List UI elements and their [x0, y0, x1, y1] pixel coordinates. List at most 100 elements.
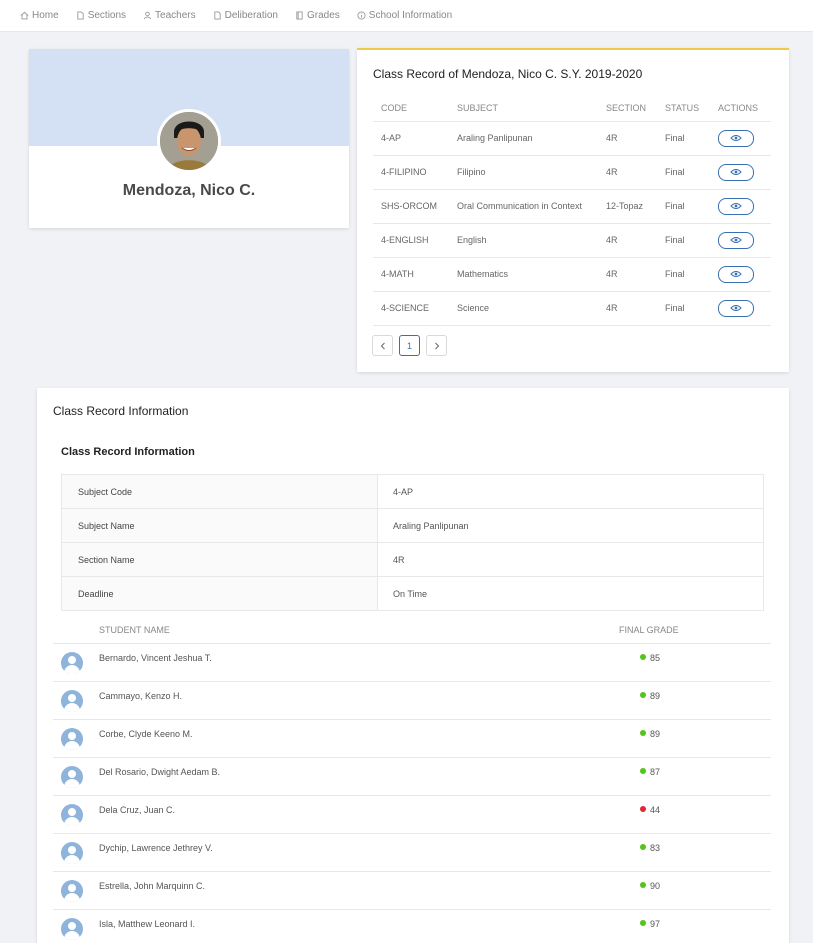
grade-status-dot	[640, 805, 646, 812]
student-name: Estrella, John Marquinn C.	[99, 871, 619, 910]
view-button[interactable]	[718, 231, 754, 249]
file-icon	[77, 11, 84, 20]
final-grade: 87	[650, 766, 661, 777]
table-row: 4-MATH Mathematics 4R Final	[373, 257, 771, 292]
nav-home-label: Home	[32, 10, 59, 21]
book-icon	[296, 11, 303, 20]
detail-value: Araling Panlipunan	[377, 508, 764, 543]
student-row: Cammayo, Kenzo H. 89	[53, 681, 771, 720]
col-section: SECTION	[598, 95, 657, 122]
next-page-button[interactable]	[426, 335, 447, 356]
grade-status-dot	[640, 691, 646, 698]
final-grade: 83	[650, 842, 661, 853]
view-button[interactable]	[718, 129, 754, 147]
nav-grades[interactable]: Grades	[295, 10, 340, 21]
cell-actions	[710, 155, 771, 190]
cell-section: 12-Topaz	[598, 189, 657, 224]
cell-section: 4R	[598, 121, 657, 156]
cell-code: 4-ENGLISH	[373, 223, 449, 258]
cell-avatar	[53, 643, 99, 682]
eye-icon	[730, 135, 742, 141]
student-name: Del Rosario, Dwight Aedam B.	[99, 757, 619, 796]
cell-status: Final	[657, 121, 710, 156]
cell-section: 4R	[598, 257, 657, 292]
cell-section: 4R	[598, 155, 657, 190]
nav-teachers[interactable]: Teachers	[143, 10, 196, 21]
nav-home[interactable]: Home	[20, 10, 59, 21]
top-nav: Home Sections Teachers Deliberation Grad…	[0, 0, 813, 32]
cell-subject: Science	[449, 291, 598, 326]
cell-actions	[710, 121, 771, 156]
eye-icon	[730, 203, 742, 209]
nav-teachers-label: Teachers	[155, 10, 196, 21]
nav-school-information-label: School Information	[368, 10, 453, 21]
detail-label: Section Name	[61, 542, 378, 577]
nav-sections[interactable]: Sections	[76, 10, 126, 21]
col-student-name: STUDENT NAME	[99, 618, 619, 644]
chevron-left-icon	[380, 342, 385, 349]
cell-avatar	[53, 681, 99, 720]
final-grade: 44	[650, 804, 661, 815]
view-button[interactable]	[718, 197, 754, 215]
final-grade: 89	[650, 728, 661, 739]
info-section-heading: Class Record Information	[61, 446, 195, 458]
cell-grade: 89	[619, 681, 771, 720]
student-name: Dela Cruz, Juan C.	[99, 795, 619, 834]
cell-grade: 85	[619, 643, 771, 682]
table-header-row: CODE SUBJECT SECTION STATUS ACTIONS	[373, 95, 771, 122]
student-name: Cammayo, Kenzo H.	[99, 681, 619, 720]
view-button[interactable]	[718, 265, 754, 283]
pagination: 1	[372, 335, 453, 356]
cell-actions	[710, 223, 771, 258]
grade-status-dot	[640, 767, 646, 774]
cell-subject: Araling Panlipunan	[449, 121, 598, 156]
profile-avatar	[157, 109, 221, 173]
chevron-right-icon	[434, 342, 439, 349]
col-status: STATUS	[657, 95, 710, 122]
eye-icon	[730, 305, 742, 311]
student-row: Isla, Matthew Leonard I. 97	[53, 909, 771, 943]
student-avatar-icon	[61, 689, 83, 712]
cell-avatar	[53, 719, 99, 758]
final-grade: 89	[650, 690, 661, 701]
page-button-current[interactable]: 1	[399, 335, 420, 356]
nav-deliberation[interactable]: Deliberation	[213, 10, 278, 21]
student-row: Dychip, Lawrence Jethrey V. 83	[53, 833, 771, 872]
cell-grade: 89	[619, 719, 771, 758]
student-avatar-icon	[61, 803, 83, 826]
cell-status: Final	[657, 189, 710, 224]
student-name: Isla, Matthew Leonard I.	[99, 909, 619, 943]
cell-avatar	[53, 795, 99, 834]
cell-code: 4-FILIPINO	[373, 155, 449, 190]
table-header-row: STUDENT NAME FINAL GRADE	[53, 618, 771, 644]
view-button[interactable]	[718, 299, 754, 317]
nav-school-information[interactable]: School Information	[357, 10, 452, 21]
cell-subject: Oral Communication in Context	[449, 189, 598, 224]
eye-icon	[730, 169, 742, 175]
cell-grade: 44	[619, 795, 771, 834]
detail-value: 4R	[377, 542, 764, 577]
cell-status: Final	[657, 155, 710, 190]
profile-name: Mendoza, Nico C.	[122, 182, 256, 199]
student-avatar-icon	[61, 841, 83, 864]
cell-subject: English	[449, 223, 598, 258]
cell-actions	[710, 189, 771, 224]
detail-label: Subject Code	[61, 474, 378, 509]
detail-value: 4-AP	[377, 474, 764, 509]
cell-code: 4-MATH	[373, 257, 449, 292]
cell-subject: Mathematics	[449, 257, 598, 292]
student-name: Bernardo, Vincent Jeshua T.	[99, 643, 619, 682]
student-row: Del Rosario, Dwight Aedam B. 87	[53, 757, 771, 796]
cell-avatar	[53, 757, 99, 796]
prev-page-button[interactable]	[372, 335, 393, 356]
nav-deliberation-label: Deliberation	[224, 10, 278, 21]
cell-avatar	[53, 871, 99, 910]
grade-status-dot	[640, 653, 646, 660]
cell-subject: Filipino	[449, 155, 598, 190]
cell-status: Final	[657, 257, 710, 292]
cell-code: 4-AP	[373, 121, 449, 156]
table-row: 4-ENGLISH English 4R Final	[373, 223, 771, 258]
grade-status-dot	[640, 881, 646, 888]
view-button[interactable]	[718, 163, 754, 181]
nav-sections-label: Sections	[87, 10, 127, 21]
